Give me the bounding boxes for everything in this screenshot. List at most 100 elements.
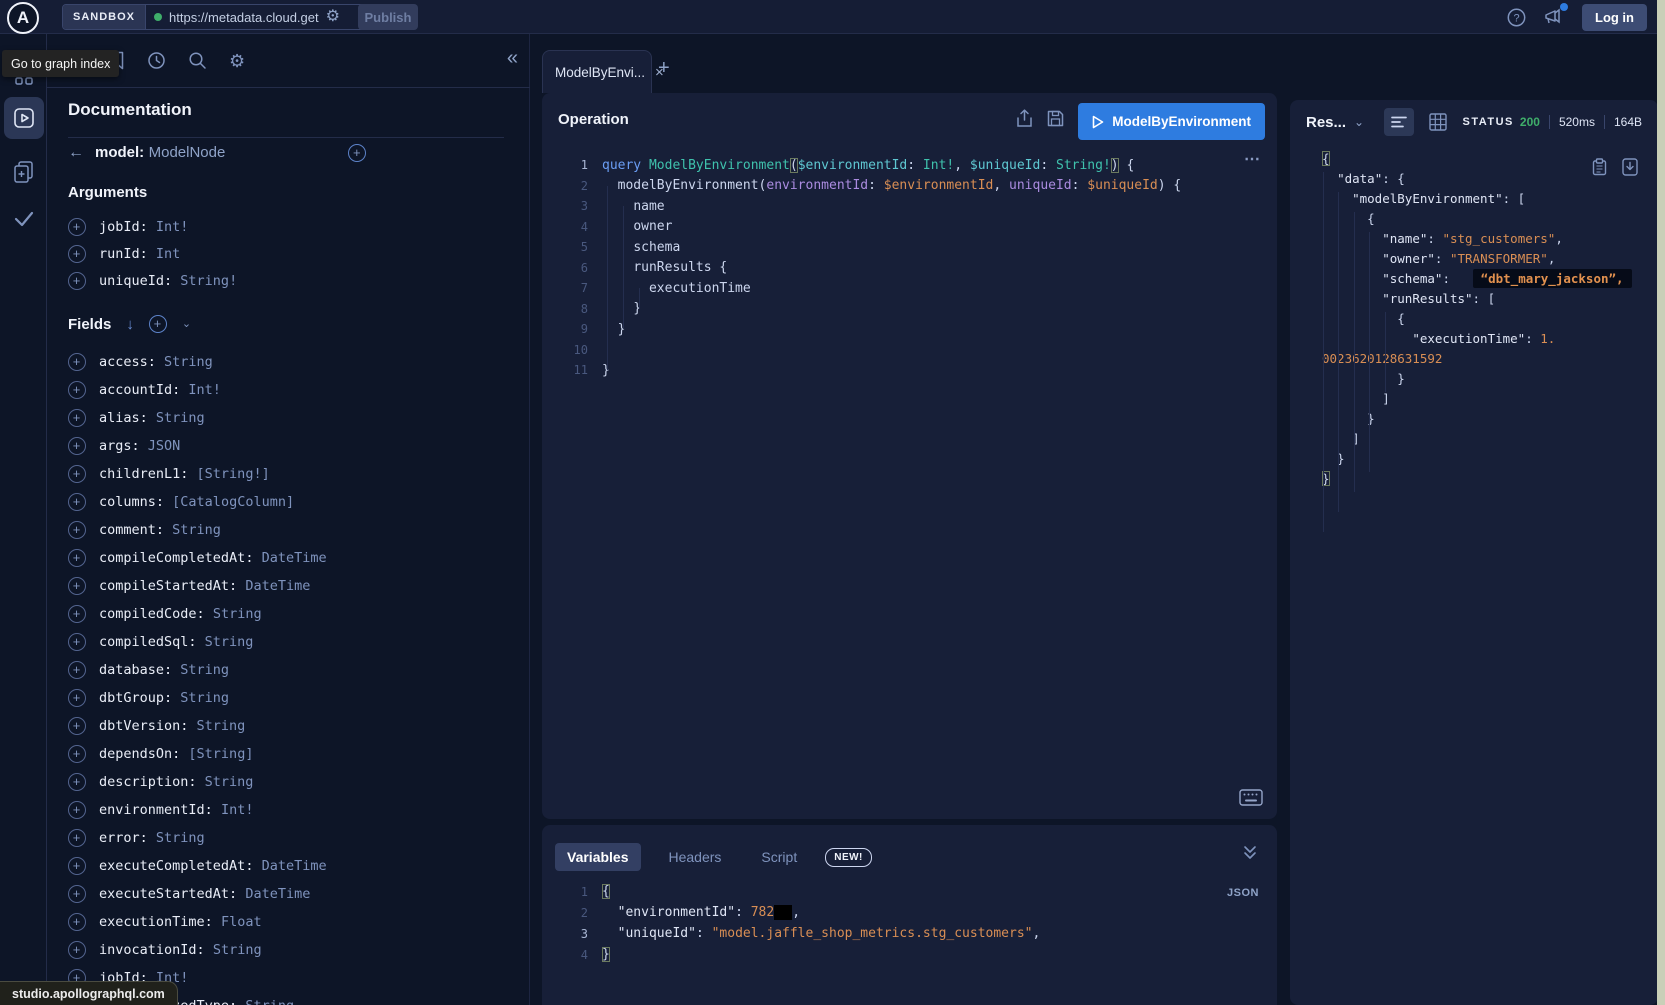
code-line[interactable]: "runResults": [ [1322,288,1658,308]
argument-row[interactable]: jobId: Int! [68,213,508,240]
field-row[interactable]: compiledSql: String [68,628,508,656]
field-row[interactable]: compileCompletedAt: DateTime [68,544,508,572]
add-field-plus-icon[interactable] [68,745,86,763]
add-field-plus-icon[interactable] [68,493,86,511]
field-type[interactable]: String [180,662,229,678]
add-field-plus-icon[interactable] [68,245,86,263]
field-type[interactable]: Float [221,914,262,930]
endpoint-settings-gear-icon[interactable]: ⚙ [326,9,340,25]
field-row[interactable]: executeCompletedAt: DateTime [68,852,508,880]
code-line[interactable]: 8 } [562,299,1277,320]
field-type[interactable]: Int! [156,219,189,235]
code-line[interactable]: 9 } [562,319,1277,340]
field-name[interactable]: runId [99,246,140,262]
code-line[interactable]: ] [1322,388,1658,408]
field-name[interactable]: executeStartedAt [99,886,229,902]
field-row[interactable]: invocationId: String [68,936,508,964]
field-type[interactable]: String [156,830,205,846]
field-row[interactable]: executeStartedAt: DateTime [68,880,508,908]
add-field-plus-icon[interactable] [68,437,86,455]
add-field-plus-icon[interactable] [68,885,86,903]
code-line[interactable]: 3 "uniqueId": "model.jaffle_shop_metrics… [562,923,1277,944]
field-name[interactable]: dbtVersion [99,718,180,734]
field-type[interactable]: JSON [148,438,181,454]
operation-tab[interactable]: ModelByEnvi... × [542,50,652,93]
code-line[interactable]: } [1322,368,1658,388]
add-field-plus-icon[interactable] [68,549,86,567]
field-name[interactable]: database [99,662,164,678]
field-row[interactable]: childrenL1: [String!] [68,460,508,488]
field-name[interactable]: compiledSql [99,634,188,650]
field-name[interactable]: environmentId [99,802,205,818]
field-name[interactable]: args [99,438,132,454]
code-line[interactable]: 1query ModelByEnvironment($environmentId… [562,155,1277,176]
code-line[interactable]: { [1322,148,1658,168]
field-name[interactable]: executeCompletedAt [99,858,245,874]
add-all-fields-icon[interactable] [348,144,366,162]
field-row[interactable]: dependsOn: [String] [68,740,508,768]
field-row[interactable]: database: String [68,656,508,684]
publish-button[interactable]: Publish [358,4,418,30]
field-type[interactable]: String [213,606,262,622]
help-icon[interactable]: ? [1507,8,1526,27]
schema-diff-icon[interactable] [0,160,47,184]
field-row[interactable]: dbtVersion: String [68,712,508,740]
run-operation-button[interactable]: ModelByEnvironment [1078,103,1265,140]
field-type[interactable]: DateTime [262,858,327,874]
code-line[interactable]: } [1322,468,1658,488]
add-field-plus-icon[interactable] [68,857,86,875]
add-field-plus-icon[interactable] [68,605,86,623]
field-type[interactable]: String! [180,273,237,289]
add-field-plus-icon[interactable] [68,218,86,236]
field-type[interactable]: String [205,634,254,650]
code-line[interactable]: 0023620128631592 [1322,348,1658,368]
code-line[interactable]: "modelByEnvironment": [ [1322,188,1658,208]
code-line[interactable]: 2 modelByEnvironment(environmentId: $env… [562,176,1277,197]
add-field-plus-icon[interactable] [68,801,86,819]
field-name[interactable]: dependsOn [99,746,172,762]
code-line[interactable]: ] [1322,428,1658,448]
field-row[interactable]: environmentId: Int! [68,796,508,824]
field-type[interactable]: String [172,522,221,538]
code-line[interactable]: 3 name [562,196,1277,217]
field-type[interactable]: String [245,998,294,1005]
field-row[interactable]: compiledCode: String [68,600,508,628]
field-type[interactable]: [String] [188,746,253,762]
tab-variables[interactable]: Variables [555,843,641,871]
field-name[interactable]: comment [99,522,156,538]
code-line[interactable]: 4} [562,944,1277,965]
settings-gear-icon[interactable]: ⚙ [229,52,245,70]
add-fields-icon[interactable] [149,315,167,333]
field-name[interactable]: access [99,354,148,370]
field-row[interactable]: dbtGroup: String [68,684,508,712]
announcements-megaphone-icon[interactable] [1543,7,1565,27]
field-row[interactable]: columns: [CatalogColumn] [68,488,508,516]
response-dropdown-chevron-icon[interactable]: ⌄ [1354,115,1364,129]
field-row[interactable]: accountId: Int! [68,376,508,404]
field-name[interactable]: dbtGroup [99,690,164,706]
field-type[interactable]: String [213,942,262,958]
response-viewer[interactable]: { "data": { "modelByEnvironment": [ { "n… [1290,148,1658,488]
history-icon[interactable] [147,51,166,70]
code-line[interactable]: "name": "stg_customers", [1322,228,1658,248]
field-name[interactable]: alias [99,410,140,426]
code-line[interactable]: "owner": "TRANSFORMER", [1322,248,1658,268]
field-type[interactable]: String [197,718,246,734]
code-line[interactable]: 5 schema [562,237,1277,258]
endpoint-url-field[interactable]: https://metadata.cloud.get ⚙ [146,5,371,29]
apollo-logo-icon[interactable]: A [7,2,39,34]
keyboard-shortcuts-icon[interactable] [1239,789,1263,806]
code-line[interactable]: { [1322,208,1658,228]
argument-row[interactable]: uniqueId: String! [68,267,508,294]
field-row[interactable]: description: String [68,768,508,796]
field-name[interactable]: compileCompletedAt [99,550,245,566]
field-type[interactable]: String [164,354,213,370]
code-line[interactable]: } [1322,448,1658,468]
close-tab-icon[interactable]: × [655,65,664,80]
field-type[interactable]: [CatalogColumn] [172,494,294,510]
add-field-plus-icon[interactable] [68,521,86,539]
search-icon[interactable] [188,51,207,70]
field-type[interactable]: DateTime [262,550,327,566]
field-name[interactable]: jobId [99,219,140,235]
field-row[interactable]: alias: String [68,404,508,432]
